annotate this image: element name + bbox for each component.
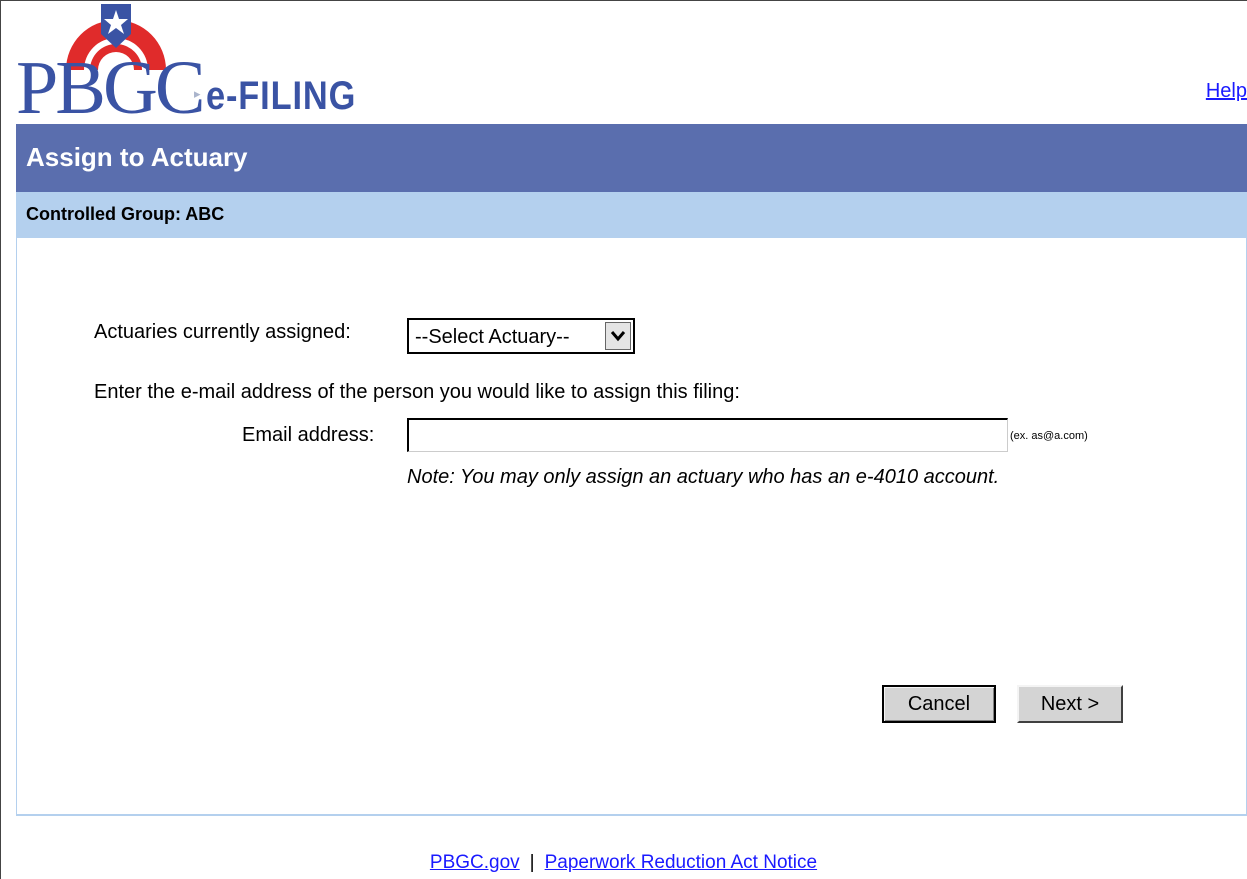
window-frame-left <box>0 0 1 879</box>
controlled-group-bar: Controlled Group: ABC <box>16 192 1247 238</box>
email-input[interactable] <box>407 418 1008 452</box>
page-title: Assign to Actuary <box>26 142 248 172</box>
pbgc-logo: PBGC ▸ e-FILING PORTAL <box>16 0 556 162</box>
email-hint: (ex. as@a.com) <box>1010 430 1088 442</box>
email-instruction: Enter the e-mail address of the person y… <box>94 381 740 403</box>
logo-arrow-icon: ▸ <box>194 86 201 101</box>
help-link[interactable]: Help <box>1206 80 1247 103</box>
email-label: Email address: <box>242 424 375 446</box>
pbgc-gov-link[interactable]: PBGC.gov <box>430 852 520 873</box>
select-dropdown-button[interactable] <box>605 322 631 350</box>
cancel-button[interactable]: Cancel <box>882 685 996 723</box>
chevron-down-icon <box>610 331 626 342</box>
actuary-note: Note: You may only assign an actuary who… <box>407 466 1000 488</box>
actuary-select-value: --Select Actuary-- <box>415 326 570 348</box>
actuary-select[interactable]: --Select Actuary-- <box>407 318 635 354</box>
footer: PBGC.gov | Paperwork Reduction Act Notice <box>0 852 1247 874</box>
logo-pbgc-text: PBGC <box>16 46 206 130</box>
footer-separator: | <box>529 852 535 873</box>
actuaries-label: Actuaries currently assigned: <box>94 321 351 343</box>
controlled-group-label: Controlled Group: ABC <box>26 204 225 224</box>
paperwork-notice-link[interactable]: Paperwork Reduction Act Notice <box>545 852 817 873</box>
next-button[interactable]: Next > <box>1017 685 1123 723</box>
page-title-bar: Assign to Actuary <box>16 124 1247 192</box>
